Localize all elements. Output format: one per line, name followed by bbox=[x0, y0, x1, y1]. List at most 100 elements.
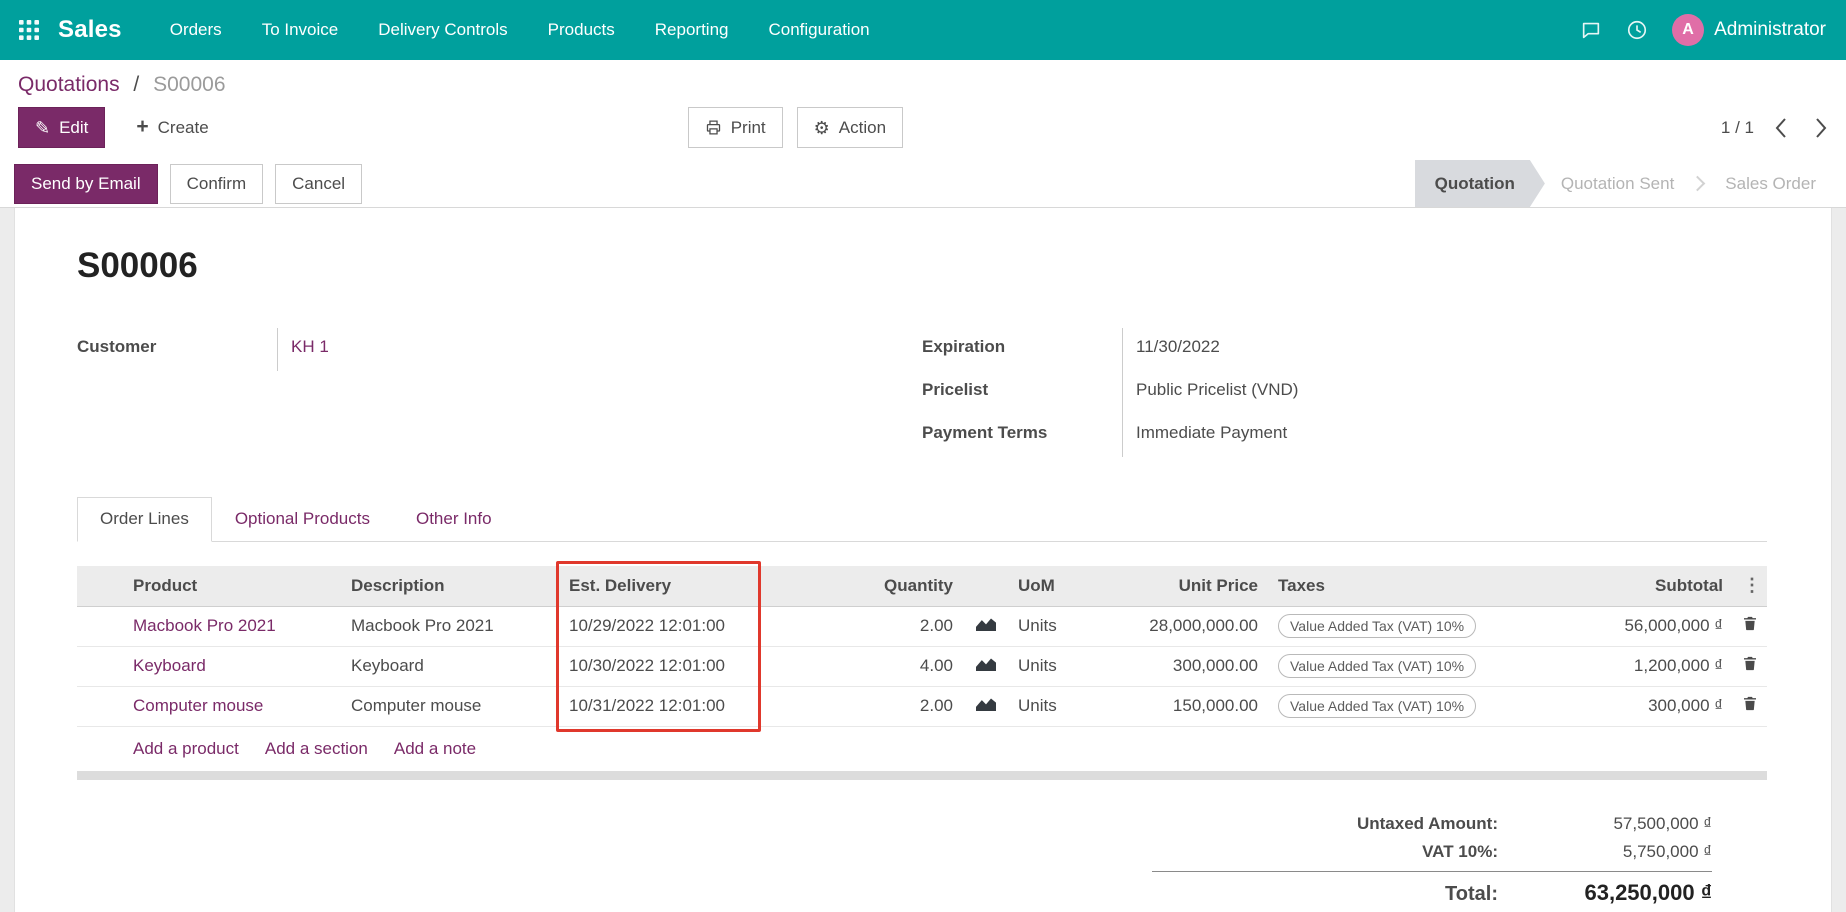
product-column-header[interactable]: Product bbox=[123, 566, 341, 606]
app-name[interactable]: Sales bbox=[58, 16, 122, 44]
edit-button[interactable]: ✎ Edit bbox=[18, 107, 105, 148]
uom-cell: Units bbox=[1008, 646, 1108, 686]
subtotal-column-header[interactable]: Subtotal bbox=[1563, 566, 1733, 606]
messages-button[interactable] bbox=[1580, 19, 1602, 41]
customer-value-link[interactable]: KH 1 bbox=[291, 337, 329, 356]
product-link[interactable]: Computer mouse bbox=[133, 696, 263, 715]
totals-block: Untaxed Amount: 57,500,000 ₫ VAT 10%: 5,… bbox=[1152, 810, 1712, 910]
field-customer: Customer KH 1 bbox=[77, 328, 922, 371]
tab-order-lines[interactable]: Order Lines bbox=[77, 497, 212, 542]
print-button-label: Print bbox=[731, 118, 766, 138]
est-delivery-cell: 10/31/2022 12:01:00 bbox=[559, 686, 757, 726]
order-lines-table: Product Description Est. Delivery Quanti… bbox=[77, 566, 1767, 727]
total-row: Total: 63,250,000 ₫ bbox=[1152, 871, 1712, 910]
uom-cell: Units bbox=[1008, 606, 1108, 646]
activities-button[interactable] bbox=[1626, 19, 1648, 41]
quantity-cell: 2.00 bbox=[757, 686, 963, 726]
status-pipeline: Quotation Quotation Sent Sales Order bbox=[1415, 160, 1846, 207]
breadcrumb-current: S00006 bbox=[153, 73, 225, 96]
list-footer-links: Add a product Add a section Add a note bbox=[77, 727, 1767, 771]
form-view-area: S00006 Customer KH 1 Expiration 11/30/20… bbox=[0, 208, 1846, 912]
table-row[interactable]: Keyboard Keyboard 10/30/2022 12:01:00 4.… bbox=[77, 646, 1767, 686]
confirm-button[interactable]: Confirm bbox=[170, 164, 264, 204]
field-groups: Customer KH 1 Expiration 11/30/2022 Pric… bbox=[77, 328, 1767, 457]
forecast-chart-icon[interactable] bbox=[976, 656, 996, 671]
breadcrumb-separator: / bbox=[133, 73, 139, 96]
pager-previous-button[interactable] bbox=[1774, 117, 1788, 139]
est-delivery-cell: 10/29/2022 12:01:00 bbox=[559, 606, 757, 646]
description-cell: Macbook Pro 2021 bbox=[341, 606, 559, 646]
untaxed-amount-value: 57,500,000 ₫ bbox=[1532, 814, 1712, 834]
field-pricelist: Pricelist Public Pricelist (VND) bbox=[922, 371, 1767, 414]
description-column-header[interactable]: Description bbox=[341, 566, 559, 606]
create-button[interactable]: + Create bbox=[119, 107, 225, 148]
add-a-note-link[interactable]: Add a note bbox=[394, 739, 476, 759]
handle-column-header bbox=[77, 566, 123, 606]
unit-price-cell: 28,000,000.00 bbox=[1108, 606, 1268, 646]
quantity-column-header[interactable]: Quantity bbox=[757, 566, 963, 606]
table-row[interactable]: Computer mouse Computer mouse 10/31/2022… bbox=[77, 686, 1767, 726]
plus-icon: + bbox=[136, 116, 148, 137]
tab-other-info[interactable]: Other Info bbox=[393, 497, 515, 541]
nav-item-reporting[interactable]: Reporting bbox=[655, 0, 729, 60]
cancel-button[interactable]: Cancel bbox=[275, 164, 362, 204]
payment-terms-value: Immediate Payment bbox=[1122, 414, 1767, 457]
status-step-quotation-sent[interactable]: Quotation Sent bbox=[1545, 160, 1690, 207]
breadcrumb-quotations-link[interactable]: Quotations bbox=[18, 73, 120, 96]
description-cell: Computer mouse bbox=[341, 686, 559, 726]
add-a-section-link[interactable]: Add a section bbox=[265, 739, 368, 759]
order-lines-table-wrap: Product Description Est. Delivery Quanti… bbox=[77, 566, 1767, 780]
status-step-quotation[interactable]: Quotation bbox=[1415, 160, 1545, 207]
status-step-sales-order[interactable]: Sales Order bbox=[1709, 160, 1832, 207]
nav-item-configuration[interactable]: Configuration bbox=[768, 0, 869, 60]
pager-counter: 1 / 1 bbox=[1721, 118, 1754, 138]
send-by-email-button[interactable]: Send by Email bbox=[14, 164, 158, 204]
forecast-chart-icon[interactable] bbox=[976, 696, 996, 711]
pager-next-button[interactable] bbox=[1814, 117, 1828, 139]
nav-item-orders[interactable]: Orders bbox=[170, 0, 222, 60]
expiration-label: Expiration bbox=[922, 328, 1122, 371]
status-chevron-icon bbox=[1690, 176, 1706, 192]
action-button[interactable]: ⚙ Action bbox=[797, 107, 903, 148]
optional-columns-header: ⋮ bbox=[1733, 566, 1767, 606]
main-menu: Orders To Invoice Delivery Controls Prod… bbox=[170, 0, 870, 60]
tab-optional-products[interactable]: Optional Products bbox=[212, 497, 393, 541]
table-row[interactable]: Macbook Pro 2021 Macbook Pro 2021 10/29/… bbox=[77, 606, 1767, 646]
row-handle-cell bbox=[77, 646, 123, 686]
field-payment-terms: Payment Terms Immediate Payment bbox=[922, 414, 1767, 457]
product-link[interactable]: Macbook Pro 2021 bbox=[133, 616, 276, 635]
forecast-chart-icon[interactable] bbox=[976, 616, 996, 631]
odoo-sales-screen: Sales Orders To Invoice Delivery Control… bbox=[0, 0, 1846, 912]
form-statusbar: Send by Email Confirm Cancel Quotation Q… bbox=[0, 160, 1846, 208]
pricelist-value: Public Pricelist (VND) bbox=[1122, 371, 1767, 414]
customer-label: Customer bbox=[77, 328, 277, 371]
unit-price-column-header[interactable]: Unit Price bbox=[1108, 566, 1268, 606]
add-a-product-link[interactable]: Add a product bbox=[133, 739, 239, 759]
row-handle-cell bbox=[77, 606, 123, 646]
product-link[interactable]: Keyboard bbox=[133, 656, 206, 675]
user-menu[interactable]: A Administrator bbox=[1672, 14, 1826, 46]
chevron-right-icon bbox=[1814, 117, 1828, 139]
apps-menu-button[interactable] bbox=[0, 0, 58, 60]
nav-item-to-invoice[interactable]: To Invoice bbox=[262, 0, 339, 60]
row-handle-cell bbox=[77, 686, 123, 726]
taxes-column-header[interactable]: Taxes bbox=[1268, 566, 1563, 606]
form-sheet: S00006 Customer KH 1 Expiration 11/30/20… bbox=[14, 208, 1832, 912]
unit-price-cell: 150,000.00 bbox=[1108, 686, 1268, 726]
expiration-value: 11/30/2022 bbox=[1122, 328, 1767, 371]
apps-grid-icon bbox=[19, 20, 39, 40]
delete-row-icon[interactable] bbox=[1742, 695, 1758, 712]
print-button[interactable]: Print bbox=[688, 107, 783, 148]
uom-column-header[interactable]: UoM bbox=[1008, 566, 1108, 606]
delete-row-icon[interactable] bbox=[1742, 655, 1758, 672]
nav-item-products[interactable]: Products bbox=[548, 0, 615, 60]
est-delivery-column-header[interactable]: Est. Delivery bbox=[559, 566, 757, 606]
delete-row-icon[interactable] bbox=[1742, 615, 1758, 632]
nav-item-delivery-controls[interactable]: Delivery Controls bbox=[378, 0, 507, 60]
unit-price-cell: 300,000.00 bbox=[1108, 646, 1268, 686]
field-group-left: Customer KH 1 bbox=[77, 328, 922, 457]
optional-columns-toggle-icon[interactable]: ⋮ bbox=[1743, 575, 1757, 596]
forecast-column-header bbox=[963, 566, 1008, 606]
clock-icon bbox=[1626, 19, 1648, 41]
subtotal-cell: 56,000,000 ₫ bbox=[1563, 606, 1733, 646]
